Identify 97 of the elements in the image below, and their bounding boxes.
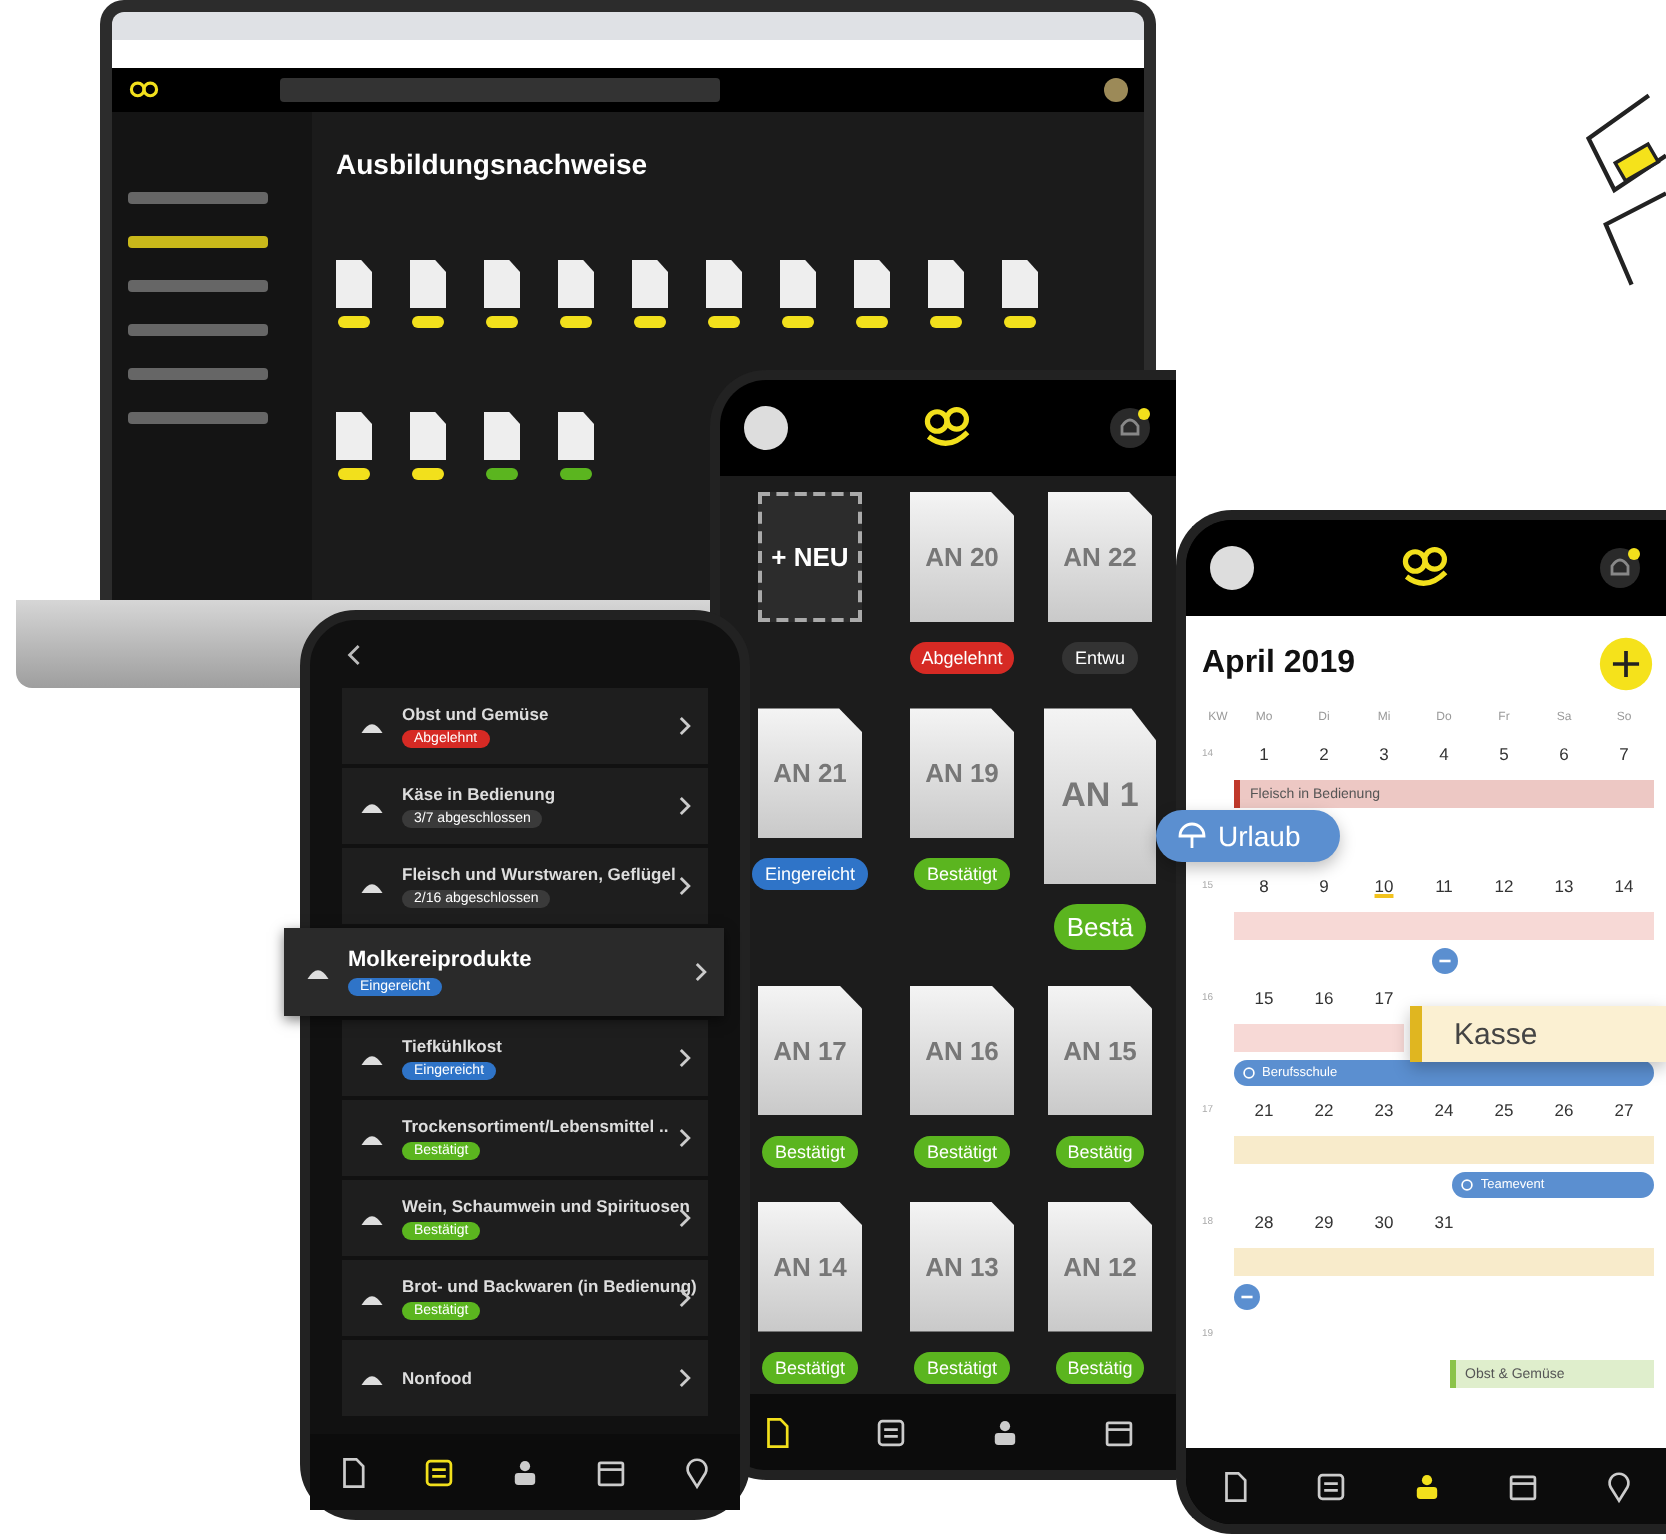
category-title: Wein, Schaumwein und Spirituosen (402, 1196, 690, 1216)
category-title: Trockensortiment/Lebensmittel .. (402, 1116, 669, 1136)
status-badge: Bestätigt (762, 1351, 858, 1384)
list-icon[interactable] (874, 1415, 908, 1449)
document-icon[interactable] (336, 260, 372, 308)
category-title: Käse in Bedienung (402, 784, 556, 804)
document-icon[interactable] (928, 260, 964, 308)
status-badge: Bestätig (1055, 1135, 1145, 1167)
day-number[interactable]: 8 (1234, 876, 1294, 896)
chevron-icon (676, 794, 692, 818)
document-icon[interactable] (854, 260, 890, 308)
chevron-icon (676, 1366, 692, 1390)
new-button[interactable]: + NEU (758, 492, 862, 622)
calendar-icon[interactable] (1102, 1415, 1136, 1449)
calendar-icon[interactable] (1505, 1469, 1539, 1503)
category-title: Nonfood (402, 1368, 472, 1388)
document-icon[interactable] (410, 260, 446, 308)
logo-icon (1400, 544, 1452, 592)
document-icon[interactable] (484, 412, 520, 460)
category-title: Obst und Gemüse (402, 704, 549, 724)
document-icon[interactable] (558, 412, 594, 460)
day-number[interactable]: 7 (1594, 744, 1654, 764)
day-number[interactable]: 12 (1474, 876, 1534, 896)
search-field[interactable] (280, 78, 720, 102)
day-number[interactable]: 28 (1234, 1212, 1294, 1232)
day-number[interactable]: 14 (1594, 876, 1654, 896)
back-icon[interactable] (346, 641, 364, 667)
pin-icon[interactable] (680, 1455, 714, 1489)
avatar[interactable] (1210, 546, 1254, 590)
day-number[interactable]: 30 (1354, 1212, 1414, 1232)
bell-icon[interactable] (1108, 406, 1152, 450)
document-icon[interactable] (706, 260, 742, 308)
day-number[interactable]: 25 (1474, 1100, 1534, 1120)
day-number[interactable]: 3 (1354, 744, 1414, 764)
day-number[interactable]: 21 (1234, 1100, 1294, 1120)
day-number[interactable]: 22 (1294, 1100, 1354, 1120)
list-icon[interactable] (422, 1455, 456, 1489)
day-number[interactable]: 4 (1414, 744, 1474, 764)
logo-icon (128, 79, 160, 101)
status-badge: Bestätigt (914, 1135, 1010, 1167)
day-number[interactable]: 2 (1294, 744, 1354, 764)
list-icon[interactable] (1313, 1469, 1347, 1503)
calendar-icon[interactable] (594, 1455, 628, 1489)
status-badge: Abgelehnt (909, 642, 1015, 674)
status-badge: Bestä (1054, 904, 1146, 951)
day-number[interactable]: 31 (1414, 1212, 1474, 1232)
day-number[interactable]: 29 (1294, 1212, 1354, 1232)
day-number[interactable]: 5 (1474, 744, 1534, 764)
day-number[interactable]: 10 (1354, 876, 1414, 896)
day-number[interactable]: 1 (1234, 744, 1294, 764)
category-title: Molkereiprodukte (348, 948, 532, 972)
logo-icon (922, 404, 974, 452)
umbrella-icon (1176, 820, 1208, 852)
day-number[interactable]: 23 (1354, 1100, 1414, 1120)
status-badge: Bestätig (1055, 1351, 1145, 1384)
chevron-icon (676, 1126, 692, 1150)
event-dot-icon[interactable] (1234, 1284, 1260, 1310)
status-badge: Entwu (1062, 642, 1137, 674)
day-number[interactable]: 13 (1534, 876, 1594, 896)
status-badge: Bestätigt (914, 858, 1010, 891)
day-number[interactable]: 27 (1594, 1100, 1654, 1120)
event-card[interactable]: Kasse (1410, 1006, 1666, 1062)
day-number[interactable]: 17 (1354, 988, 1414, 1008)
category-title: Fleisch und Wurstwaren, Geflügel (402, 864, 676, 884)
document-icon[interactable] (1002, 260, 1038, 308)
event-dot-icon[interactable] (1431, 948, 1457, 974)
document-icon[interactable] (558, 260, 594, 308)
day-number[interactable]: 16 (1294, 988, 1354, 1008)
document-icon[interactable] (780, 260, 816, 308)
document-icon[interactable] (336, 412, 372, 460)
day-number[interactable]: 24 (1414, 1100, 1474, 1120)
day-number[interactable]: 15 (1234, 988, 1294, 1008)
document-icon[interactable] (410, 412, 446, 460)
clock-icon (1242, 1066, 1256, 1080)
month-title: April 2019 (1202, 646, 1355, 682)
status-badge: Eingereicht (752, 858, 868, 891)
day-number[interactable]: 11 (1414, 876, 1474, 896)
document-icon[interactable] (632, 260, 668, 308)
category-title: Tiefkühlkost (402, 1036, 502, 1056)
category-row[interactable]: Nonfood (342, 1340, 708, 1416)
avatar[interactable] (744, 406, 788, 450)
status-badge: Bestätigt (762, 1135, 858, 1167)
avatar[interactable] (1104, 78, 1128, 102)
document-icon[interactable] (484, 260, 520, 308)
category-title: Brot- und Backwaren (in Bedienung) (402, 1276, 697, 1296)
chevron-icon (692, 960, 708, 984)
chevron-icon (676, 714, 692, 738)
clock-icon (1460, 1178, 1475, 1192)
bell-icon[interactable] (1598, 546, 1642, 590)
day-number[interactable]: 9 (1294, 876, 1354, 896)
status-badge: Bestätigt (914, 1351, 1010, 1384)
add-button[interactable] (1598, 636, 1654, 692)
chevron-icon (676, 874, 692, 898)
day-number[interactable]: 26 (1534, 1100, 1594, 1120)
page-title: Ausbildungsnachweise (336, 148, 650, 180)
day-number[interactable]: 6 (1534, 744, 1594, 764)
chevron-icon (676, 1046, 692, 1070)
